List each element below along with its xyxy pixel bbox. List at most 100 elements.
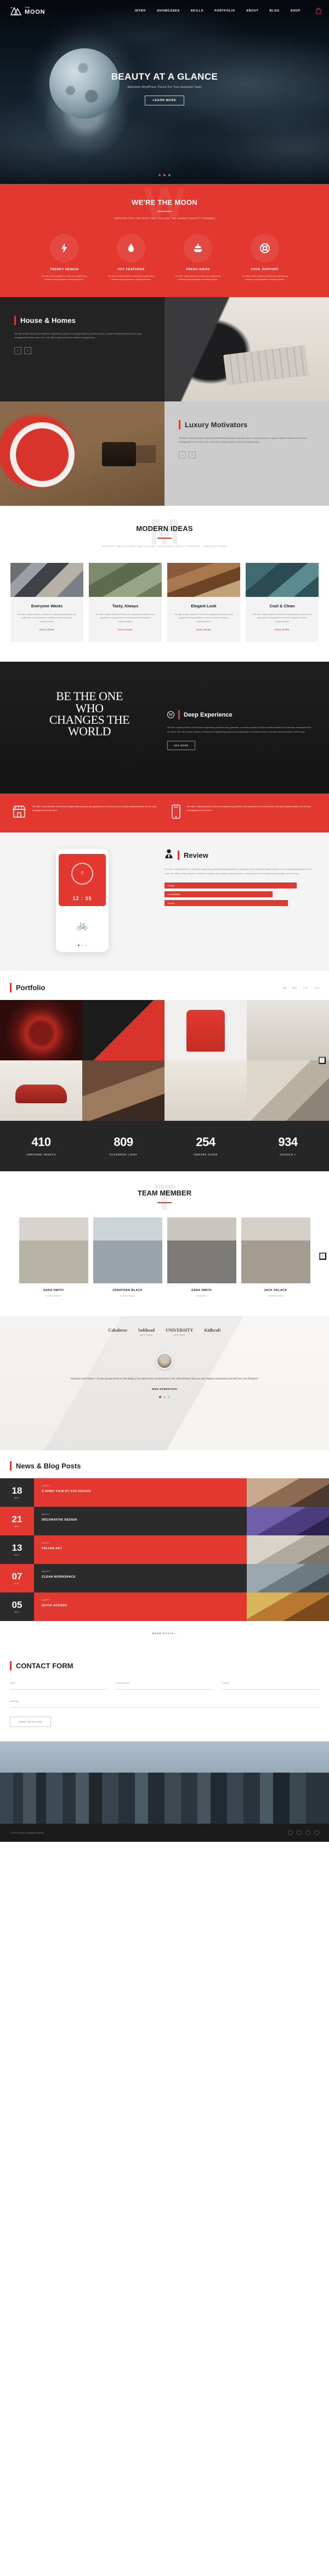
testimonial-dots[interactable]	[49, 1396, 280, 1399]
contact-message-field[interactable]: Message	[10, 1700, 319, 1708]
feature-text: We offer a wide portfolio of electronic …	[108, 275, 154, 281]
heading-underline	[157, 211, 172, 212]
blog-post[interactable]: 18 MAY HAPPY A SHINY FILM BY EVA DESIGN	[0, 1478, 329, 1507]
card-read-more-link[interactable]: READ MORE	[196, 629, 211, 631]
feature-cool-support[interactable]: COOL SUPPORT We offer a wide portfolio o…	[239, 234, 291, 282]
post-day: 07	[12, 1571, 22, 1582]
feature-hot-features[interactable]: HOT FEATURES We offer a wide portfolio o…	[105, 234, 157, 282]
google-plus-icon[interactable]	[314, 1830, 319, 1836]
portfolio-filter-logo[interactable]: Logo	[314, 986, 319, 989]
contact-email-field[interactable]: Email Address	[116, 1681, 213, 1690]
portfolio-tile[interactable]	[82, 1060, 164, 1121]
hero-dot-2[interactable]	[163, 174, 166, 176]
contact-name-field[interactable]: Name	[10, 1681, 107, 1690]
contact-subject-field[interactable]: Subject	[222, 1681, 319, 1690]
review-heading-row: Review	[164, 849, 315, 861]
accent-bar	[10, 983, 12, 993]
portfolio-next-button[interactable]: ›	[319, 1057, 326, 1064]
nav-item-showcases[interactable]: SHOWCASES	[157, 9, 180, 13]
portfolio-tile[interactable]	[247, 1060, 329, 1121]
portfolio-filter-web[interactable]: Web	[292, 986, 297, 989]
card-read-more-link[interactable]: READ MORE	[39, 629, 54, 631]
luxury-text-panel: Luxury Motivators We offer a wide portfo…	[164, 401, 329, 506]
were-the-moon-section: W WE'RE THE MOON SERVICES THAT YOU WANT …	[0, 184, 329, 297]
feature-text: We offer a wide portfolio of electronic …	[242, 275, 288, 281]
hero-dot-3[interactable]	[168, 174, 171, 176]
promo-text: We offer a wide portfolio of electronic …	[187, 805, 311, 812]
portfolio-grid	[0, 1000, 329, 1121]
card-read-more-link[interactable]: READ MORE	[118, 629, 132, 631]
feature-title: TRENDY DESIGN	[49, 268, 79, 271]
team-member[interactable]: JONATHAN BLACK Lead Developer	[93, 1217, 162, 1297]
house-prev-button[interactable]: ‹	[14, 347, 21, 355]
member-photo	[93, 1217, 162, 1284]
accent-bar	[178, 710, 180, 720]
card-read-more-link[interactable]: READ MORE	[275, 629, 289, 631]
nav-item-portfolio[interactable]: PORTFOLIO	[214, 9, 235, 13]
feature-trendy-design[interactable]: TRENDY DESIGN We offer a wide portfolio …	[38, 234, 90, 282]
testimonial-author: MIKE ROBERTSON	[152, 1388, 177, 1391]
promo-text: We offer a wide portfolio of electronic …	[32, 805, 157, 812]
team-next-button[interactable]: ›	[319, 1252, 326, 1260]
hero-slider-dots[interactable]	[0, 174, 329, 176]
portfolio-filter-all[interactable]: All	[283, 986, 285, 989]
card-text: We offer a wide portfolio of electronic …	[253, 613, 311, 623]
portfolio-filter-print[interactable]: Print	[303, 986, 308, 989]
post-kicker: HAPPY	[42, 1542, 50, 1545]
portfolio-tile[interactable]	[0, 1000, 82, 1061]
heading-underline	[157, 537, 172, 539]
portfolio-tile[interactable]	[0, 1060, 82, 1121]
counters-section: 410 AWESOME TWEETS 809 FACEBOOK LIKES 25…	[0, 1121, 329, 1172]
team-member[interactable]: JACK PALACK Marketing Head	[241, 1217, 310, 1297]
hero-dot-1[interactable]	[158, 174, 161, 176]
testimonial-dot-1[interactable]	[159, 1396, 161, 1399]
hero-learn-more-button[interactable]: LEARN MORE	[144, 96, 185, 105]
blog-heading-row: News & Blog Posts	[0, 1461, 329, 1478]
portfolio-tile[interactable]	[82, 1000, 164, 1061]
portfolio-tile[interactable]	[164, 1000, 247, 1061]
testimonial-dot-3[interactable]	[168, 1396, 170, 1399]
feature-fresh-ideas[interactable]: FRESH IDEAS We offer a wide portfolio of…	[172, 234, 224, 282]
site-logo[interactable]: THE MOON	[10, 6, 45, 16]
more-posts-link[interactable]: MORE POSTS ›	[0, 1621, 329, 1635]
bolt-icon	[50, 234, 78, 262]
nav-item-about[interactable]: ABOUT	[246, 9, 259, 13]
blog-post[interactable]: 21 MAY HAPPY DECORATIVE DESIGN	[0, 1507, 329, 1536]
contact-title: CONTACT FORM	[16, 1662, 73, 1670]
post-kicker: HAPPY	[42, 1513, 50, 1516]
nav-item-blog[interactable]: BLOG	[270, 9, 280, 13]
service-card-cool-clean[interactable]: Cool & Clean We offer a wide portfolio o…	[246, 562, 319, 642]
twitter-icon[interactable]	[297, 1830, 302, 1836]
post-month: MAY	[14, 1583, 20, 1585]
team-member[interactable]: SARA SMITH Creative Director	[19, 1217, 88, 1297]
portfolio-tile[interactable]	[247, 1000, 329, 1061]
counter-label: SWEARS GIVEN	[193, 1153, 218, 1156]
feature-title: COOL SUPPORT	[251, 268, 279, 271]
team-member[interactable]: SARA SMITH Art Director	[167, 1217, 236, 1297]
send-message-button[interactable]: SEND MESSAGE	[10, 1717, 52, 1728]
facebook-icon[interactable]	[288, 1830, 293, 1836]
post-title: QUICK ACCESS	[42, 1604, 67, 1608]
service-card-elegant-look[interactable]: Elegant Look We offer a wide portfolio o…	[167, 562, 240, 642]
house-next-button[interactable]: ›	[24, 347, 31, 355]
nav-item-skills[interactable]: SKILLS	[191, 9, 203, 13]
cart-icon[interactable]	[316, 7, 321, 14]
service-card-everyone-wants[interactable]: Everyone Wants We offer a wide portfolio…	[10, 562, 83, 642]
blog-post[interactable]: 05 MAY HAPPY QUICK ACCESS	[0, 1592, 329, 1622]
portfolio-tile[interactable]	[164, 1060, 247, 1121]
luxury-next-button[interactable]: ›	[189, 451, 196, 459]
counter-value: 410	[31, 1135, 51, 1149]
luxury-prev-button[interactable]: ‹	[179, 451, 186, 459]
post-month: MAY	[14, 1526, 20, 1528]
card-text: We offer a wide portfolio of electronic …	[96, 613, 155, 623]
site-footer: © 2015 The Moon. All Rights Reserved.	[0, 1824, 329, 1842]
dribbble-icon[interactable]	[305, 1830, 310, 1836]
deep-see-more-button[interactable]: SEE MORE	[167, 741, 195, 751]
nav-item-intro[interactable]: INTRO	[135, 9, 146, 13]
service-card-tasty-always[interactable]: Tasty, Always We offer a wide portfolio …	[89, 562, 162, 642]
ghost-letter-t: T	[153, 1177, 176, 1218]
blog-post[interactable]: 13 MAY HAPPY FALLEN ART	[0, 1535, 329, 1564]
testimonial-dot-2[interactable]	[163, 1396, 166, 1399]
blog-post[interactable]: 07 MAY HAPPY CLEAN WORKSPACE	[0, 1564, 329, 1593]
nav-item-shop[interactable]: SHOP	[291, 9, 300, 13]
